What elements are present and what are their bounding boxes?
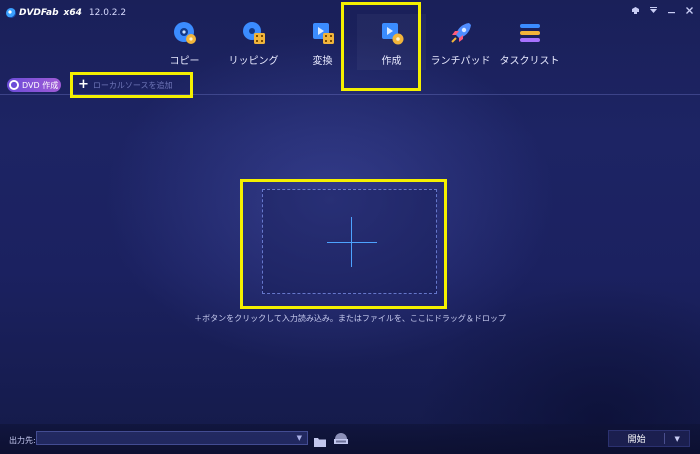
nav-label-task-list: タスクリスト [499,56,560,67]
add-source-label: ローカルソースを追加 [92,80,173,90]
add-plus-icon-vertical [351,217,352,267]
output-path-select[interactable]: ▼ [36,431,308,445]
copy-disc-icon [172,20,198,46]
window-controls [631,6,694,18]
nav-copy[interactable]: コピー [150,14,219,70]
ripper-icon [241,20,267,46]
app-version: 12.0.2.2 [88,8,127,18]
mode-dvd-creator-chip[interactable]: ● DVD 作成 [7,78,61,92]
main-nav: コピー リッピング 変換 作成 ランチパッド タスクリスト [150,14,564,70]
start-dropdown-chevron-icon[interactable]: ▼ [665,435,689,443]
drop-hint: ＋ボタンをクリックして入力読み込み。またはファイルを、ここにドラッグ＆ドロップ [0,313,700,324]
start-button[interactable]: 開始 ▼ [608,430,690,447]
app-edition: x64 [63,8,82,18]
minimize-to-tray-icon[interactable] [631,6,640,18]
nav-task-list[interactable]: タスクリスト [495,14,564,70]
nav-label-copy: コピー [169,56,200,67]
nav-label-launchpad: ランチパッド [430,56,491,67]
nav-converter[interactable]: 変換 [288,14,357,70]
nav-ripper[interactable]: リッピング [219,14,288,70]
close-icon[interactable] [685,6,694,18]
start-button-label: 開始 [627,435,646,445]
plus-icon: + [78,77,89,92]
nav-launchpad[interactable]: ランチパッド [426,14,495,70]
mode-chip-label: DVD 作成 [22,80,59,90]
iso-disc-icon[interactable] [333,430,349,444]
nav-label-ripper: リッピング [228,56,279,67]
task-list-icon [517,20,543,46]
converter-icon [310,20,336,46]
nav-label-creator: 作成 [381,56,402,67]
menu-icon[interactable] [649,6,658,18]
app-logo: DVDFab x64 12.0.2.2 [6,6,126,20]
creator-icon [379,20,405,46]
drop-zone-add-button[interactable] [262,189,437,294]
app-brand: DVDFab [19,8,59,18]
minimize-icon[interactable] [667,6,676,18]
add-local-source-button[interactable]: + ローカルソースを追加 [78,77,173,92]
app-window: DVDFab x64 12.0.2.2 コピー リッピング 変換 作成 ランチパ… [0,0,700,454]
chevron-down-icon: ▼ [296,434,302,442]
folder-icon[interactable] [314,432,326,447]
output-label: 出力先: [9,436,36,445]
nav-label-converter: 変換 [312,56,333,67]
nav-creator[interactable]: 作成 [357,14,426,70]
launchpad-rocket-icon [448,20,474,46]
drop-hint-text: ＋ボタンをクリックして入力読み込み。またはファイルを、ここにドラッグ＆ドロップ [194,314,506,323]
dvdfab-logo-icon [6,8,16,18]
add-plus-icon [327,242,377,243]
toolbar-divider [0,94,700,95]
disc-icon: ● [9,80,19,90]
